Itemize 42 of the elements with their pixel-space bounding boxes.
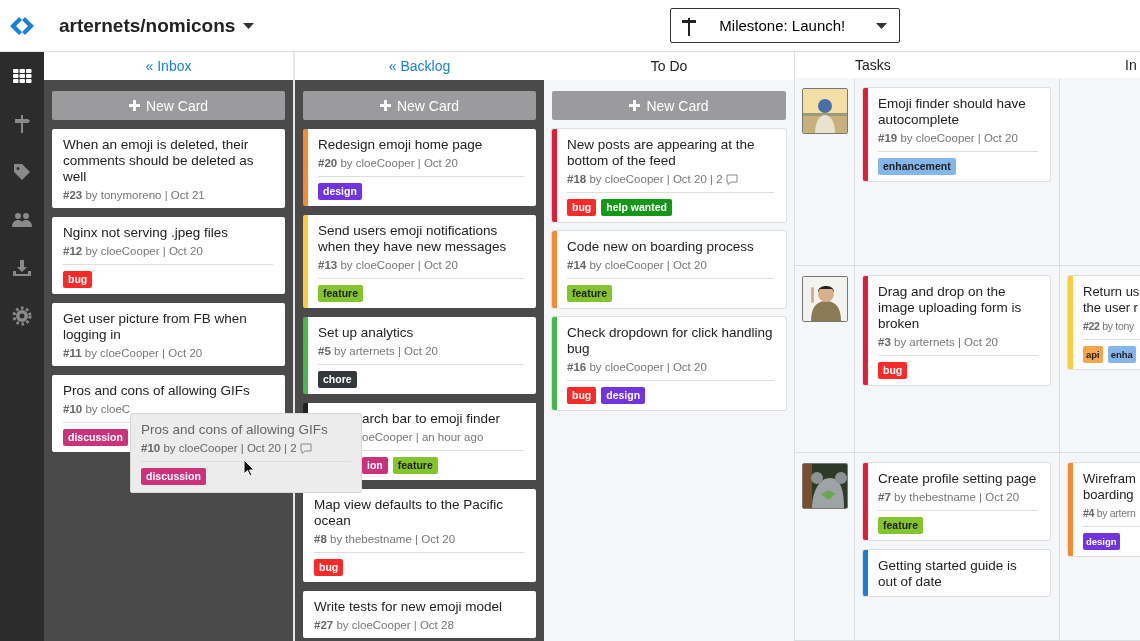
- card-meta: oeCooper | an hour ago: [362, 430, 484, 444]
- column-title: To Do: [650, 58, 688, 74]
- card-meta: #22 by tony: [1083, 318, 1134, 333]
- card-title: Create profile setting page: [878, 471, 1038, 488]
- card-meta: #12 by cloeCooper | Oct 20: [63, 244, 203, 258]
- card-title: Map view defaults to the Pacific ocean: [314, 497, 505, 529]
- card-title: Drag and drop on the image uploading form is broken: [878, 283, 1023, 332]
- card-meta: #5 by arternets | Oct 20: [318, 344, 438, 358]
- card-title: Get user picture from FB when logging in: [63, 311, 248, 343]
- card-meta: #11 by cloeCooper | Oct 20: [63, 346, 203, 360]
- card-meta: #10 by cloeCooper | Oct 20 | 2: [141, 441, 297, 455]
- card-title: arch bar to emoji finder: [362, 411, 502, 427]
- card-title: Send users emoji notifications when they have new messages: [318, 223, 508, 255]
- card-title: Emoji finder should have autocomplete: [878, 96, 1027, 129]
- column-title: In: [1124, 57, 1138, 74]
- card-title: Pros and cons of allowing GIFs: [63, 383, 251, 399]
- card-title: Pros and cons of allowing GIFs: [141, 422, 329, 438]
- card-meta: #16 by cloeCooper | Oct 20: [567, 360, 707, 374]
- card-title: Set up analytics: [318, 325, 415, 341]
- card-title: Code new on boarding process: [567, 239, 755, 255]
- card-title: Check dropdown for click handling bug: [567, 325, 774, 357]
- card-meta: #23 by tonymoreno | Oct 21: [63, 188, 205, 202]
- card-meta: #19 by cloeCooper | Oct 20: [878, 131, 1018, 146]
- card-meta: #10 by cloeC: [63, 402, 131, 416]
- card-title: Redesign emoji home page: [318, 137, 484, 153]
- card-title: Nginx not serving .jpeg files: [63, 225, 230, 241]
- card-meta: #8 by thebestname | Oct 20: [314, 532, 456, 546]
- card-meta: #4 by artern: [1083, 506, 1136, 521]
- card-meta: #7 by thebestname | Oct 20: [878, 490, 1020, 505]
- card-title: When an emoji is deleted, their comments should be deleted as well: [63, 137, 255, 185]
- card-meta: #3 by arternets | Oct 20: [878, 334, 998, 349]
- card-meta: #20 by cloeCooper | Oct 20: [318, 156, 458, 170]
- card-title: Getting started guide is out of date: [878, 558, 1018, 591]
- card-meta: #18 by cloeCooper | Oct 20 | 2: [567, 172, 723, 186]
- card-title: New posts are appearing at the bottom of the feed: [567, 137, 756, 169]
- card-title: Write tests for new emoji model: [314, 599, 504, 615]
- card-title: Return us the user r: [1083, 283, 1140, 316]
- card-title: Wirefram boarding: [1083, 471, 1137, 504]
- card-meta: #27 by cloeCooper | Oct 28: [314, 618, 454, 632]
- column-title: Tasks: [855, 57, 892, 74]
- card-meta: #13 by cloeCooper | Oct 20: [318, 258, 458, 272]
- card-meta: #14 by cloeCooper | Oct 20: [567, 258, 707, 272]
